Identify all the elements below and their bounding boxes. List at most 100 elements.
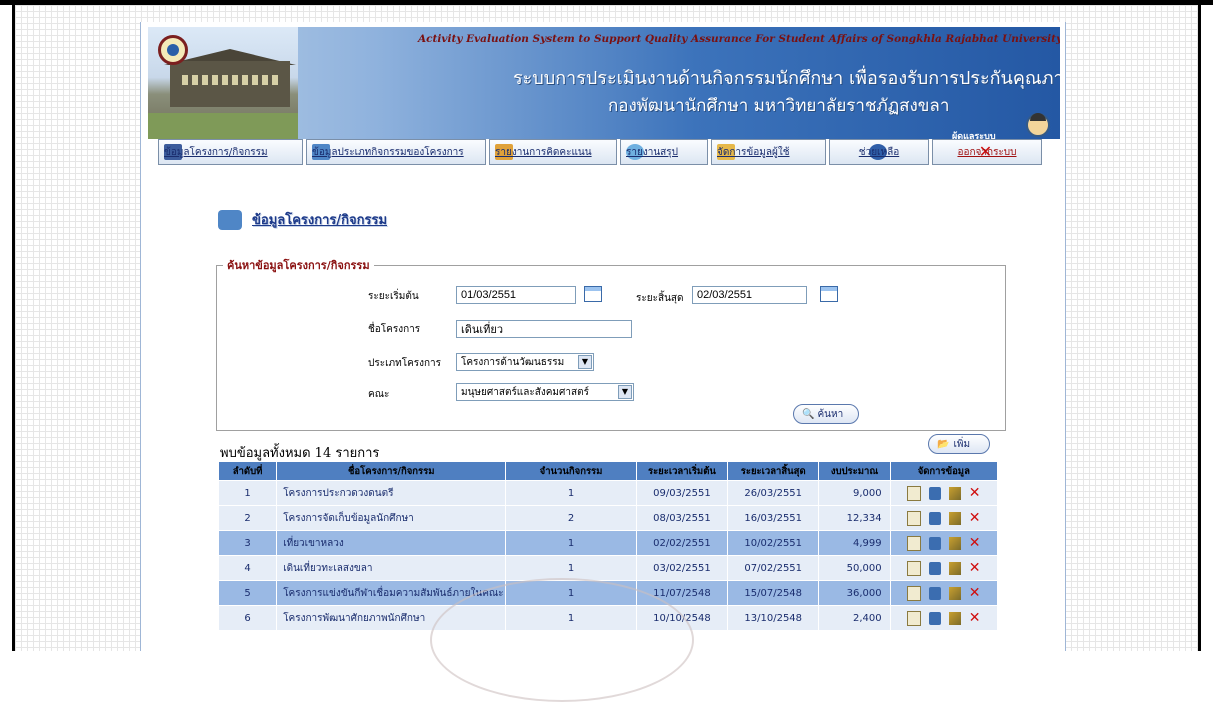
table-row: 1 โครงการประกวดวงดนตรี 1 09/03/2551 26/0… [217,480,999,506]
col-name: ชื่อโครงการ/กิจกรรม [276,461,507,481]
start-date-label: ระยะเริ่มต้น [368,291,419,302]
menu-help[interactable]: ช่วยเหลือ [829,139,929,165]
row-budget: 50,000 [818,555,891,581]
menu-project-data[interactable]: ข้อมูลโครงการ/กิจกรรม [158,139,303,165]
project-type-label: ประเภทโครงการ [368,358,442,369]
section-heading: ข้อมูลโครงการ/กิจกรรม [218,209,387,230]
menu-logout[interactable]: ✕ ออกจากระบบ [932,139,1042,165]
row-actions: ✕ [889,555,999,581]
print-icon[interactable] [928,586,941,600]
project-name-label: ชื่อโครงการ [368,324,421,335]
search-legend: ค้นหาข้อมูลโครงการ/กิจกรรม [227,259,370,272]
row-actions: ✕ [889,605,999,631]
end-date-input[interactable] [692,286,807,304]
row-start: 02/02/2551 [635,530,729,556]
table-row: 4 เดินเที่ยวทะเลสงขลา 1 03/02/2551 07/02… [217,555,999,581]
row-activities: 1 [505,555,637,581]
view-icon[interactable] [906,610,921,626]
row-no: 5 [217,580,278,606]
delete-icon[interactable]: ✕ [969,536,981,550]
row-name: โครงการจัดเก็บข้อมูลนักศึกษา [276,505,507,531]
row-end: 10/02/2551 [727,530,820,556]
table-header-row: ลำดับที่ ชื่อโครงการ/กิจกรรม จำนวนกิจกรร… [217,461,999,481]
edit-icon[interactable] [948,486,961,500]
organization-title-th: กองพัฒนานักศึกษา มหาวิทยาลัยราชภัฏสงขลา [608,96,950,116]
end-calendar-icon[interactable] [820,286,838,302]
delete-icon[interactable]: ✕ [969,511,981,525]
row-budget: 12,334 [818,505,891,531]
edit-icon[interactable] [948,511,961,525]
table-row: 3 เที่ยวเขาหลวง 1 02/02/2551 10/02/2551 … [217,530,999,556]
row-no: 6 [217,605,278,631]
col-start: ระยะเวลาเริ่มต้น [635,461,729,481]
delete-icon[interactable]: ✕ [969,486,981,500]
main-menu: ข้อมูลโครงการ/กิจกรรม ข้อมูลประเภทกิจกรร… [158,139,1056,167]
search-button-label: ค้นหา [817,408,844,420]
user-avatar-icon [1026,113,1050,137]
col-activities: จำนวนกิจกรรม [505,461,637,481]
menu-activity-type[interactable]: ข้อมูลประเภทกิจกรรมของโครงการ [306,139,486,165]
start-date-input[interactable] [456,286,576,304]
project-data-icon [218,209,242,230]
view-icon[interactable] [906,510,921,526]
header-banner: Activity Evaluation System to Support Qu… [148,27,1060,139]
search-button[interactable]: 🔍 ค้นหา [793,404,859,424]
section-title: ข้อมูลโครงการ/กิจกรรม [252,213,388,228]
row-actions: ✕ [889,530,999,556]
delete-icon[interactable]: ✕ [969,586,981,600]
system-title-en: Activity Evaluation System to Support Qu… [418,33,1060,45]
row-end: 26/03/2551 [727,480,820,506]
row-activities: 1 [505,480,637,506]
search-panel: ค้นหาข้อมูลโครงการ/กิจกรรม [216,256,1006,431]
project-name-input[interactable] [456,320,632,338]
row-start: 03/02/2551 [635,555,729,581]
print-icon[interactable] [928,511,941,525]
add-button-label: เพิ่ม [953,438,971,450]
print-icon[interactable] [928,486,941,500]
chevron-down-icon: ▼ [618,385,632,399]
edit-icon[interactable] [948,561,961,575]
row-budget: 2,400 [818,605,891,631]
print-icon[interactable] [928,611,941,625]
row-no: 1 [217,480,278,506]
row-end: 13/10/2548 [727,605,820,631]
print-icon[interactable] [928,561,941,575]
table-row: 2 โครงการจัดเก็บข้อมูลนักศึกษา 2 08/03/2… [217,505,999,531]
menu-score-report[interactable]: รายงานการคิดคะแนน [489,139,617,165]
university-seal-icon [158,35,188,65]
row-name: เดินเที่ยวทะเลสงขลา [276,555,507,581]
window-frame-right [1198,5,1201,651]
result-count: พบข้อมูลทั้งหมด 14 รายการ [220,446,380,461]
row-no: 3 [217,530,278,556]
view-icon[interactable] [906,560,921,576]
delete-icon[interactable]: ✕ [969,561,981,575]
edit-icon[interactable] [948,611,961,625]
menu-user-management[interactable]: จัดการข้อมูลผู้ใช้ [711,139,826,165]
row-name: เที่ยวเขาหลวง [276,530,507,556]
col-end: ระยะเวลาสิ้นสุด [727,461,820,481]
system-title-th: ระบบการประเมินงานด้านกิจกรรมนักศึกษา เพื… [513,68,1060,89]
view-icon[interactable] [906,585,921,601]
edit-icon[interactable] [948,586,961,600]
add-button[interactable]: 📂 เพิ่ม [928,434,990,454]
project-type-select[interactable]: โครงการด้านวัฒนธรรม ▼ [456,353,594,371]
row-start: 08/03/2551 [635,505,729,531]
view-icon[interactable] [906,535,921,551]
start-calendar-icon[interactable] [584,286,602,302]
row-no: 2 [217,505,278,531]
print-icon[interactable] [928,536,941,550]
row-end: 15/07/2548 [727,580,820,606]
faculty-value: มนุษยศาสตร์และสังคมศาสตร์ [461,386,589,398]
menu-summary-report[interactable]: รายงานสรุป [620,139,708,165]
row-end: 07/02/2551 [727,555,820,581]
view-icon[interactable] [906,485,921,501]
faculty-select[interactable]: มนุษยศาสตร์และสังคมศาสตร์ ▼ [456,383,634,401]
add-folder-icon: 📂 [937,438,950,450]
search-icon: 🔍 [802,408,815,420]
faculty-label: คณะ [368,389,390,400]
row-budget: 4,999 [818,530,891,556]
delete-icon[interactable]: ✕ [969,611,981,625]
row-end: 16/03/2551 [727,505,820,531]
edit-icon[interactable] [948,536,961,550]
project-type-value: โครงการด้านวัฒนธรรม [461,356,565,368]
